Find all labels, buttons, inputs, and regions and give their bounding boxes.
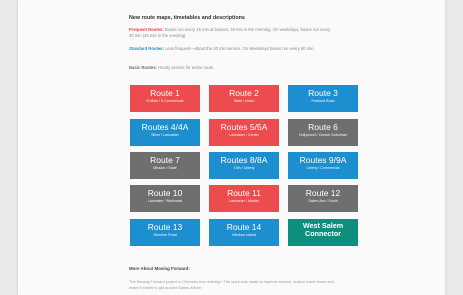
route-name: Routes 9/9A — [299, 155, 347, 165]
route-13-button[interactable]: Route 13 Silverton Road — [130, 219, 200, 246]
west-salem-connector-button[interactable]: West Salem Connector — [288, 219, 358, 246]
frequent-description: Frequent Routes: Buses run every 15 min … — [129, 27, 334, 39]
route-name: Routes 8/8A — [220, 155, 268, 165]
basic-text: Hourly service for entire route. — [156, 65, 215, 70]
routes-9-9a-button[interactable]: Routes 9/9A Liberty / Commercial — [288, 152, 358, 179]
route-name: Route 7 — [150, 155, 180, 165]
route-subtitle: Hollywood / Cordon Suburban — [299, 133, 347, 137]
route-name: West Salem Connector — [302, 221, 344, 238]
route-name: Route 14 — [226, 222, 262, 232]
frequent-label: Frequent Routes: — [129, 27, 164, 32]
basic-label: Basic Routes: — [129, 65, 157, 70]
route-subtitle: State / Union — [233, 99, 255, 103]
route-subtitle: Silver / Lancaster — [151, 133, 179, 137]
route-6-button[interactable]: Route 6 Hollywood / Cordon Suburban — [288, 119, 358, 146]
route-subtitle: Portland Road — [311, 99, 335, 103]
route-subtitle: Mission / State — [153, 166, 177, 170]
basic-description: Basic Routes: Hourly service for entire … — [129, 65, 334, 71]
route-name: Route 2 — [229, 88, 259, 98]
route-subtitle: N Main / S Commercial — [146, 99, 184, 103]
route-name: Route 6 — [308, 122, 338, 132]
route-subtitle: Salem Ave / South — [308, 199, 338, 203]
more-about-text: The Moving Forward project is Cherriots … — [129, 279, 334, 290]
route-name: Routes 5/5A — [220, 122, 268, 132]
more-about-heading: More About Moving Forward: — [129, 266, 190, 271]
route-subtitle: Liberty / Commercial — [306, 166, 340, 170]
route-7-button[interactable]: Route 7 Mission / State — [130, 152, 200, 179]
route-14-button[interactable]: Route 14 Windsor Island — [209, 219, 279, 246]
routes-5-5a-button[interactable]: Routes 5/5A Lancaster / Center — [209, 119, 279, 146]
route-subtitle: Lancaster / Northeast — [147, 199, 183, 203]
route-name: Route 13 — [147, 222, 183, 232]
standard-description: Standard Routes: Less frequent—about the… — [129, 46, 334, 52]
route-subtitle: Lancaster / Market — [229, 199, 259, 203]
route-1-button[interactable]: Route 1N Main / S Commercial — [130, 85, 200, 112]
route-name: Route 3 — [308, 88, 338, 98]
route-10-button[interactable]: Route 10 Lancaster / Northeast — [130, 185, 200, 212]
route-12-button[interactable]: Route 12 Salem Ave / South — [288, 185, 358, 212]
route-name: Routes 4/4A — [141, 122, 189, 132]
route-2-button[interactable]: Route 2 State / Union — [209, 85, 279, 112]
route-name: Route 10 — [147, 188, 183, 198]
page-heading: New route maps, timetables and descripti… — [129, 15, 245, 21]
route-subtitle: Silverton Road — [153, 233, 177, 237]
route-subtitle: Windsor Island — [232, 233, 256, 237]
route-subtitle: 13th / Liberty — [233, 166, 255, 170]
standard-text: Less frequent—about the 30 min service. … — [163, 46, 315, 51]
page-sheet — [18, 0, 445, 295]
route-name: Route 12 — [305, 188, 341, 198]
route-name: Route 11 — [227, 188, 261, 198]
route-3-button[interactable]: Route 3 Portland Road — [288, 85, 358, 112]
routes-8-8a-button[interactable]: Routes 8/8A 13th / Liberty — [209, 152, 279, 179]
route-name: Route 1 — [150, 88, 180, 98]
standard-label: Standard Routes: — [129, 46, 164, 51]
routes-4-4a-button[interactable]: Routes 4/4A Silver / Lancaster — [130, 119, 200, 146]
route-subtitle: Lancaster / Center — [229, 133, 259, 137]
route-11-button[interactable]: Route 11 Lancaster / Market — [209, 185, 279, 212]
